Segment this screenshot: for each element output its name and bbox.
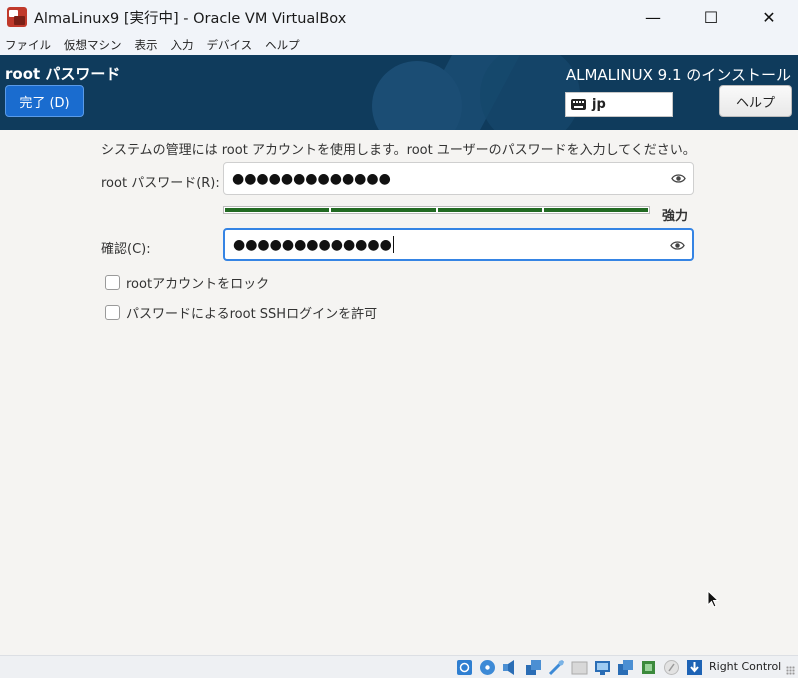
confirm-label: 確認(C): xyxy=(101,242,151,257)
allow-ssh-option[interactable]: パスワードによるroot SSHログインを許可 xyxy=(105,303,377,322)
confirm-password-value: ●●●●●●●●●●●●● xyxy=(233,236,392,253)
keyboard-layout-label: jp xyxy=(592,97,606,112)
close-button[interactable]: ✕ xyxy=(740,0,798,34)
allow-ssh-label[interactable]: パスワードによるroot SSHログインを許可 xyxy=(126,303,377,322)
keyboard-capture-icon[interactable] xyxy=(685,658,704,676)
hard-disk-icon[interactable] xyxy=(455,658,474,676)
reveal-password-icon[interactable] xyxy=(671,171,686,186)
audio-icon[interactable] xyxy=(501,658,520,676)
menu-view[interactable]: 表示 xyxy=(135,37,158,53)
menu-devices[interactable]: デバイス xyxy=(207,37,253,53)
root-password-form: システムの管理には root アカウントを使用します。root ユーザーのパスワ… xyxy=(0,130,798,655)
maximize-button[interactable]: ☐ xyxy=(682,0,740,34)
menu-help[interactable]: ヘルプ xyxy=(265,37,300,53)
strength-segment xyxy=(225,208,330,212)
password-strength-bar xyxy=(223,206,650,214)
window-title: AlmaLinux9 [実行中] - Oracle VM VirtualBox xyxy=(34,10,347,27)
menu-file[interactable]: ファイル xyxy=(5,37,51,53)
password-label: root パスワード(R): xyxy=(101,176,220,191)
device-icons xyxy=(455,658,704,676)
password-value: ●●●●●●●●●●●●● xyxy=(232,170,391,187)
menu-input[interactable]: 入力 xyxy=(171,37,194,53)
password-field[interactable]: ●●●●●●●●●●●●● xyxy=(223,162,694,195)
lock-root-checkbox[interactable] xyxy=(105,275,120,290)
menu-bar: ファイル 仮想マシン 表示 入力 デバイス ヘルプ xyxy=(0,34,798,55)
keyboard-layout-indicator[interactable]: jp xyxy=(565,92,673,117)
confirm-password-field[interactable]: ●●●●●●●●●●●●● xyxy=(223,228,694,261)
help-button[interactable]: ヘルプ xyxy=(719,85,792,117)
password-strength-label: 強力 xyxy=(662,209,689,224)
lock-root-label[interactable]: rootアカウントをロック xyxy=(126,273,269,292)
menu-machine[interactable]: 仮想マシン xyxy=(64,37,122,53)
network-icon[interactable] xyxy=(524,658,543,676)
installer-header: root パスワード 完了 (D) ALMALINUX 9.1 のインストール … xyxy=(0,55,798,130)
usb-icon[interactable] xyxy=(547,658,566,676)
reveal-confirm-icon[interactable] xyxy=(670,238,685,253)
mouse-integration-icon[interactable] xyxy=(662,658,681,676)
resize-grip-icon[interactable] xyxy=(786,666,795,675)
vm-status-bar: Right Control xyxy=(0,655,798,678)
display-icon[interactable] xyxy=(593,658,612,676)
window-controls: — ☐ ✕ xyxy=(624,0,798,34)
recording-icon[interactable] xyxy=(616,658,635,676)
strength-segment xyxy=(437,208,542,212)
shared-folder-icon[interactable] xyxy=(570,658,589,676)
text-caret xyxy=(392,236,394,253)
done-button[interactable]: 完了 (D) xyxy=(5,85,84,117)
cpu-icon[interactable] xyxy=(639,658,658,676)
lock-root-option[interactable]: rootアカウントをロック xyxy=(105,273,269,292)
strength-segment xyxy=(331,208,436,212)
spoke-title: root パスワード xyxy=(5,65,121,83)
install-title: ALMALINUX 9.1 のインストール xyxy=(565,66,791,84)
window-titlebar[interactable]: AlmaLinux9 [実行中] - Oracle VM VirtualBox … xyxy=(0,0,798,34)
virtualbox-app-icon xyxy=(7,7,27,27)
allow-ssh-checkbox[interactable] xyxy=(105,305,120,320)
keyboard-icon xyxy=(571,99,586,110)
strength-segment xyxy=(543,208,648,212)
optical-disk-icon[interactable] xyxy=(478,658,497,676)
minimize-button[interactable]: — xyxy=(624,0,682,34)
host-key-label: Right Control xyxy=(709,660,782,673)
mouse-cursor-icon xyxy=(707,590,719,608)
form-description: システムの管理には root アカウントを使用します。root ユーザーのパスワ… xyxy=(101,143,696,158)
